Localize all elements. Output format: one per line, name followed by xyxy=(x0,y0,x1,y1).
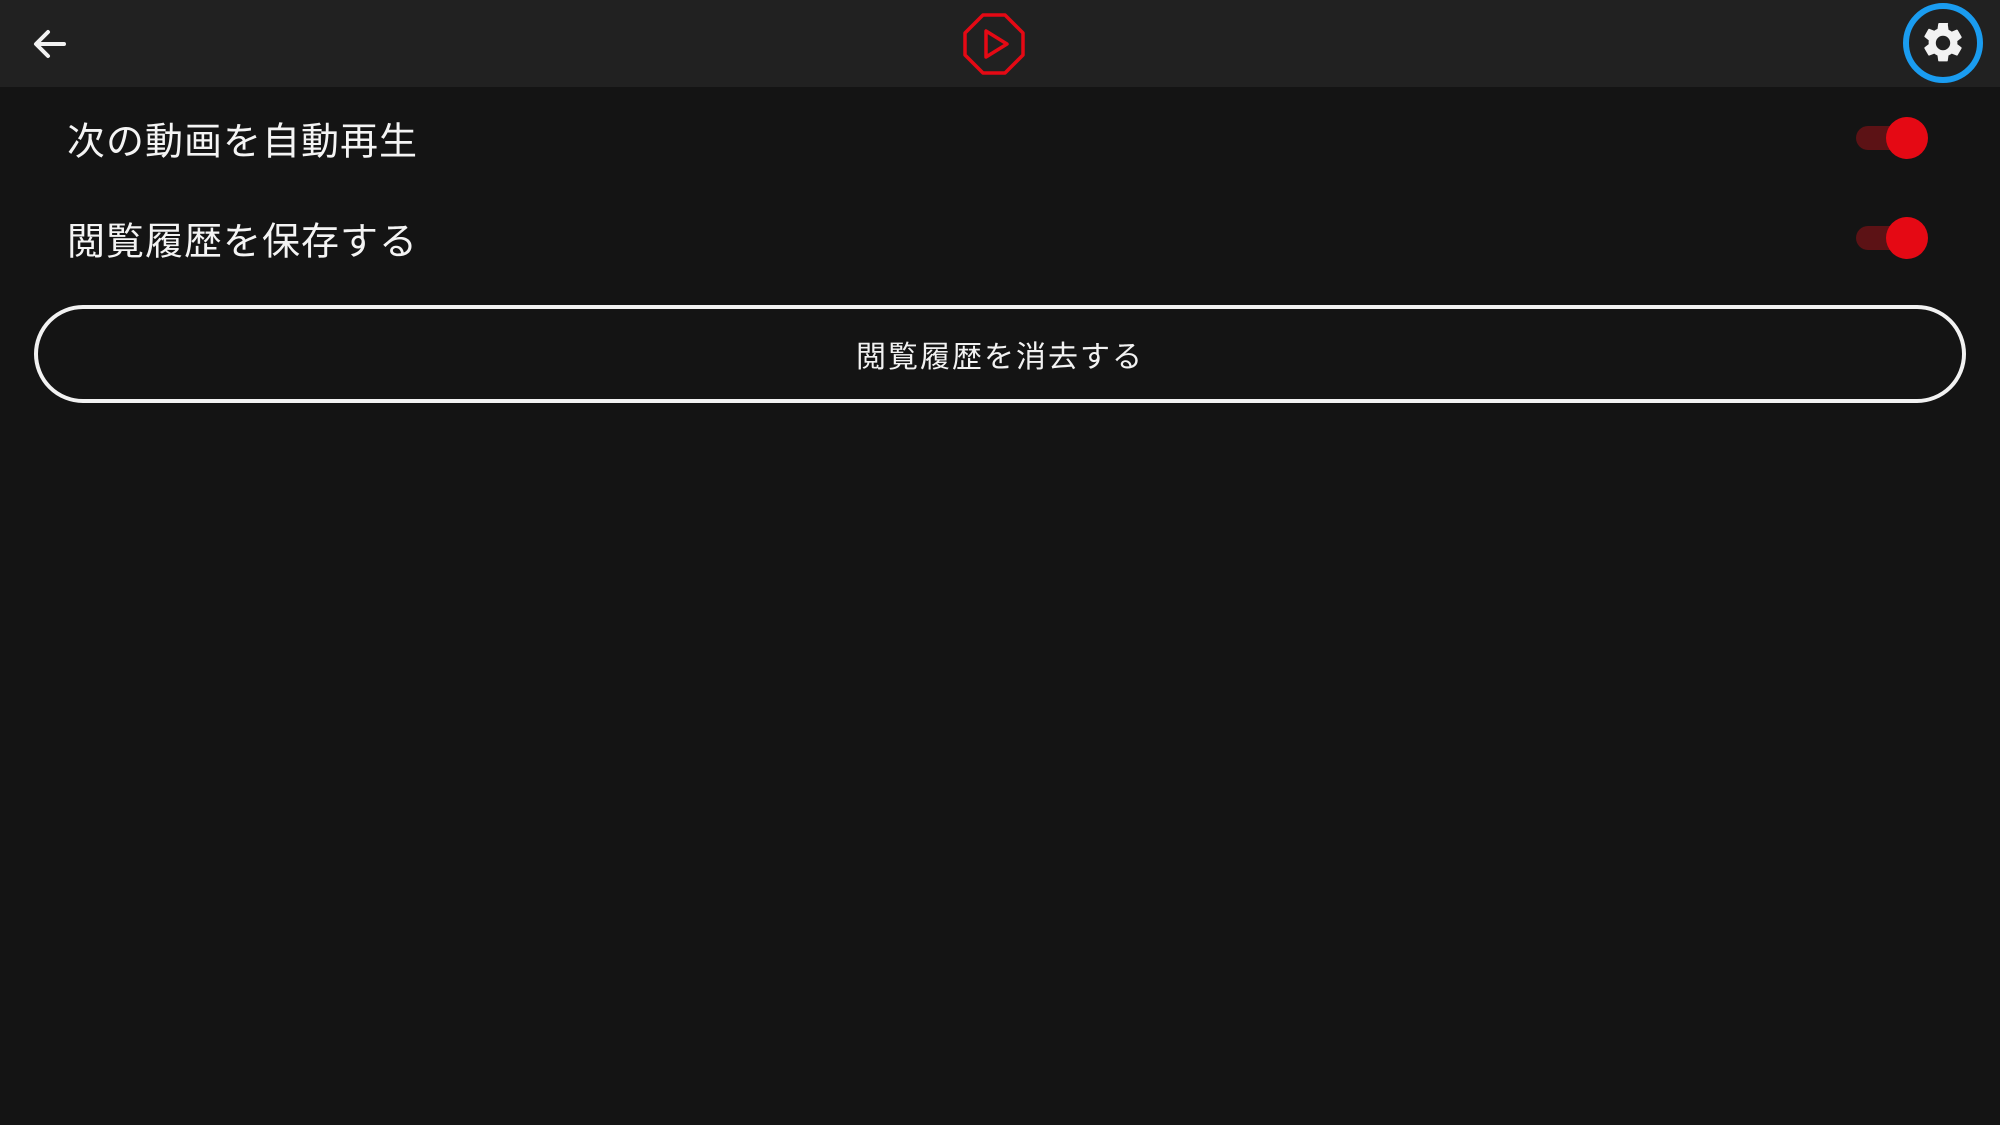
toggle-knob xyxy=(1886,117,1928,159)
autoplay-label: 次の動画を自動再生 xyxy=(67,119,419,164)
save-history-toggle[interactable] xyxy=(1856,216,1928,260)
back-button[interactable] xyxy=(22,16,78,72)
play-octagon-logo-icon xyxy=(963,13,1025,75)
settings-button[interactable] xyxy=(1903,3,1983,83)
settings-screen: 次の動画を自動再生 閲覧履歴を保存する 閲覧履歴を消去する xyxy=(0,0,2000,1125)
autoplay-toggle[interactable] xyxy=(1856,116,1928,160)
gear-icon xyxy=(1924,22,1962,62)
setting-row-save-history[interactable]: 閲覧履歴を保存する xyxy=(0,188,2000,288)
save-history-label: 閲覧履歴を保存する xyxy=(67,219,419,264)
setting-row-autoplay[interactable]: 次の動画を自動再生 xyxy=(0,88,2000,188)
toggle-knob xyxy=(1886,217,1928,259)
top-bar xyxy=(0,0,2000,87)
arrow-left-icon xyxy=(34,30,66,58)
clear-history-button[interactable]: 閲覧履歴を消去する xyxy=(34,305,1966,403)
clear-history-label: 閲覧履歴を消去する xyxy=(856,340,1144,375)
